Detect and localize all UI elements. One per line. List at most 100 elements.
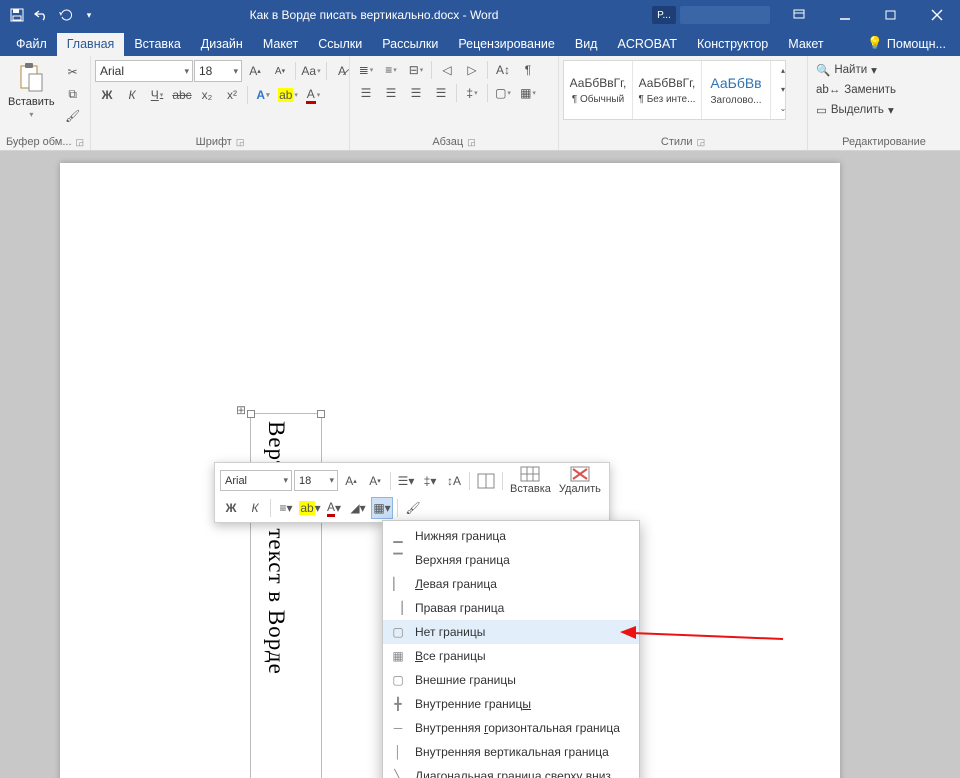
grow-font-icon[interactable]: A▴ xyxy=(243,61,267,81)
border-outside[interactable]: ▢Внешние границы xyxy=(383,668,639,692)
format-painter-icon[interactable]: 🖌 xyxy=(61,106,85,126)
mini-borders-button[interactable]: ▦▾ xyxy=(371,497,393,519)
account-area[interactable] xyxy=(680,6,770,24)
mini-bold[interactable]: Ж xyxy=(220,497,242,519)
cut-icon[interactable]: ✂ xyxy=(61,62,85,82)
multilevel-icon[interactable]: ⊟▾ xyxy=(404,60,428,80)
border-right[interactable]: ▕Правая граница xyxy=(383,596,639,620)
italic-button[interactable]: К xyxy=(120,85,144,105)
font-size-combo[interactable]: 18 xyxy=(194,60,242,82)
style-no-spacing[interactable]: АаБбВвГг,¶ Без инте... xyxy=(633,61,702,119)
border-all[interactable]: ▦Все границы xyxy=(383,644,639,668)
mini-highlight-icon[interactable]: ab▾ xyxy=(299,497,321,519)
mini-font-color-icon[interactable]: A▾ xyxy=(323,497,345,519)
replace-button[interactable]: ab↔Заменить xyxy=(812,80,900,100)
redo-icon[interactable] xyxy=(54,4,76,26)
dialog-launcher-icon[interactable]: ◲ xyxy=(697,137,706,148)
find-button[interactable]: 🔍Найти▾ xyxy=(812,60,881,80)
strike-button[interactable]: abc xyxy=(170,85,194,105)
tab-design[interactable]: Дизайн xyxy=(191,33,253,56)
mini-align-icon[interactable]: ☰▾ xyxy=(395,470,417,492)
handle-ne[interactable] xyxy=(317,410,325,418)
tell-me[interactable]: 💡Помощн... xyxy=(857,32,960,56)
dialog-launcher-icon[interactable]: ◲ xyxy=(76,137,85,148)
justify-icon[interactable]: ☰ xyxy=(429,83,453,103)
styles-more-icon[interactable]: ⌄ xyxy=(771,99,795,118)
tab-layout[interactable]: Макет xyxy=(253,33,308,56)
border-inside-h[interactable]: ─Внутренняя горизонтальная граница xyxy=(383,716,639,740)
vertical-text[interactable]: Верт ный текст в Ворде xyxy=(263,421,289,675)
borders-icon[interactable]: ▦▾ xyxy=(516,83,540,103)
mini-size-combo[interactable]: 18 xyxy=(294,470,338,491)
mini-insert-button[interactable]: Вставка xyxy=(507,466,554,495)
superscript-button[interactable]: x² xyxy=(220,85,244,105)
mini-delete-button[interactable]: Удалить xyxy=(556,466,604,495)
subscript-button[interactable]: x₂ xyxy=(195,85,219,105)
mini-shading-icon[interactable]: ◢▾ xyxy=(347,497,369,519)
line-spacing-icon[interactable]: ‡▾ xyxy=(460,83,484,103)
decrease-indent-icon[interactable]: ◁ xyxy=(435,60,459,80)
mini-font-combo[interactable]: Arial xyxy=(220,470,292,491)
border-top[interactable]: ▔Верхняя граница xyxy=(383,548,639,572)
align-left-icon[interactable]: ☰ xyxy=(354,83,378,103)
document-area[interactable]: ⊞ Верт ный текст в Ворде Arial 18 A▴ A▾ … xyxy=(0,151,960,778)
tab-home[interactable]: Главная xyxy=(57,33,125,56)
undo-icon[interactable] xyxy=(30,4,52,26)
style-heading[interactable]: АаБбВвЗаголово... xyxy=(702,61,771,119)
dialog-launcher-icon[interactable]: ◲ xyxy=(236,137,245,148)
bold-button[interactable]: Ж xyxy=(95,85,119,105)
minimize-button[interactable] xyxy=(822,0,868,30)
qat-more-icon[interactable]: ▾ xyxy=(78,4,100,26)
handle-nw[interactable] xyxy=(247,410,255,418)
mini-text-direction-icon[interactable]: ↕A xyxy=(443,470,465,492)
tab-mailings[interactable]: Рассылки xyxy=(372,33,448,56)
show-marks-icon[interactable]: ¶ xyxy=(516,60,540,80)
tab-table-design[interactable]: Конструктор xyxy=(687,33,778,56)
mini-format-painter-icon[interactable]: 🖌 xyxy=(402,497,424,519)
styles-up-icon[interactable]: ▴ xyxy=(771,61,795,80)
tab-review[interactable]: Рецензирование xyxy=(448,33,565,56)
select-button[interactable]: ▭Выделить▾ xyxy=(812,100,898,120)
tab-references[interactable]: Ссылки xyxy=(308,33,372,56)
tab-file[interactable]: Файл xyxy=(6,33,57,56)
mini-shrink-font-icon[interactable]: A▾ xyxy=(364,470,386,492)
border-left[interactable]: ▏Левая граница xyxy=(383,572,639,596)
shrink-font-icon[interactable]: A▾ xyxy=(268,61,292,81)
close-button[interactable] xyxy=(914,0,960,30)
font-color-icon[interactable]: A▾ xyxy=(301,85,325,105)
style-normal[interactable]: АаБбВвГг,¶ Обычный xyxy=(564,61,633,119)
tab-table-layout[interactable]: Макет xyxy=(778,33,833,56)
shading-icon[interactable]: ▢▾ xyxy=(491,83,515,103)
ribbon-options-icon[interactable] xyxy=(776,0,822,30)
styles-gallery[interactable]: АаБбВвГг,¶ Обычный АаБбВвГг,¶ Без инте..… xyxy=(563,60,786,120)
tab-acrobat[interactable]: ACROBAT xyxy=(607,33,687,56)
align-right-icon[interactable]: ☰ xyxy=(404,83,428,103)
mini-merge-icon[interactable] xyxy=(474,473,498,489)
border-inside-v[interactable]: │Внутренняя вертикальная граница xyxy=(383,740,639,764)
sort-icon[interactable]: A↕ xyxy=(491,60,515,80)
bullets-icon[interactable]: ≣▾ xyxy=(354,60,378,80)
user-badge[interactable]: P... xyxy=(652,6,676,24)
mini-line-spacing-icon[interactable]: ‡▾ xyxy=(419,470,441,492)
increase-indent-icon[interactable]: ▷ xyxy=(460,60,484,80)
underline-button[interactable]: Ч▾ xyxy=(145,85,169,105)
mini-grow-font-icon[interactable]: A▴ xyxy=(340,470,362,492)
tab-view[interactable]: Вид xyxy=(565,33,608,56)
text-effects-icon[interactable]: A▾ xyxy=(251,85,275,105)
font-family-combo[interactable]: Arial xyxy=(95,60,193,82)
numbering-icon[interactable]: ≡▾ xyxy=(379,60,403,80)
change-case-icon[interactable]: Aa▾ xyxy=(299,61,323,81)
dialog-launcher-icon[interactable]: ◲ xyxy=(467,137,476,148)
border-none[interactable]: ▢Нет границы xyxy=(383,620,639,644)
border-inside[interactable]: ╋Внутренние границы xyxy=(383,692,639,716)
tab-insert[interactable]: Вставка xyxy=(124,33,190,56)
mini-italic[interactable]: К xyxy=(244,497,266,519)
mini-border-style-icon[interactable]: ≡▾ xyxy=(275,497,297,519)
styles-down-icon[interactable]: ▾ xyxy=(771,80,795,99)
highlight-icon[interactable]: ab▾ xyxy=(276,85,300,105)
border-bottom[interactable]: ▁Нижняя граница xyxy=(383,524,639,548)
clear-format-icon[interactable]: A̷ xyxy=(330,61,354,81)
align-center-icon[interactable]: ☰ xyxy=(379,83,403,103)
paste-button[interactable]: Вставить ▾ xyxy=(4,60,59,121)
maximize-button[interactable] xyxy=(868,0,914,30)
